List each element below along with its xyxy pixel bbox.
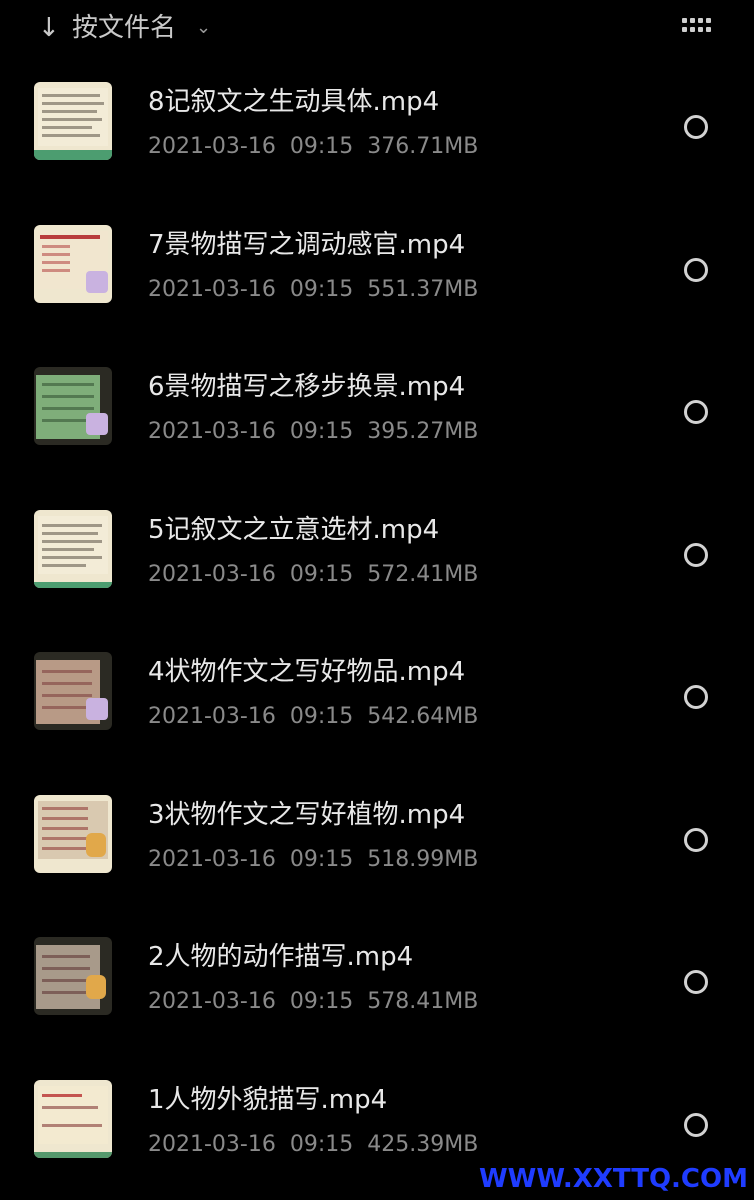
file-meta: 2021-03-16 09:15 578.41MB <box>148 987 478 1017</box>
select-radio[interactable] <box>684 400 708 424</box>
file-row[interactable]: 3状物作文之写好植物.mp4 2021-03-16 09:15 518.99MB <box>0 771 754 914</box>
file-size: 425.39MB <box>367 1131 479 1157</box>
file-name: 5记叙文之立意选材.mp4 <box>148 514 440 545</box>
file-name: 4状物作文之写好物品.mp4 <box>148 657 466 687</box>
file-size: 395.27MB <box>367 419 479 444</box>
file-size: 542.64MB <box>367 704 479 729</box>
select-radio[interactable] <box>684 1112 708 1137</box>
file-size: 518.99MB <box>367 846 479 872</box>
file-meta: 2021-03-16 09:15 572.41MB <box>148 560 478 590</box>
file-meta: 2021-03-16 09:15 425.39MB <box>148 1130 478 1160</box>
file-meta: 2021-03-16 09:15 518.99MB <box>148 845 478 875</box>
file-meta: 2021-03-16 09:15 376.71MB <box>148 132 478 162</box>
watermark: WWW.XXTTQ.COM <box>479 1164 748 1194</box>
file-size: 572.41MB <box>367 561 479 587</box>
file-name: 8记叙文之生动具体.mp4 <box>148 87 440 117</box>
file-date: 2021-03-16 <box>148 704 276 729</box>
file-time: 09:15 <box>289 419 354 444</box>
file-time: 09:15 <box>289 1131 354 1157</box>
video-thumbnail <box>34 367 112 445</box>
file-name: 2人物的动作描写.mp4 <box>148 942 414 972</box>
file-date: 2021-03-16 <box>148 276 276 302</box>
video-thumbnail <box>34 1079 112 1158</box>
file-meta: 2021-03-16 09:15 542.64MB <box>148 702 478 732</box>
select-radio[interactable] <box>684 685 708 709</box>
file-name: 7景物描写之调动感官.mp4 <box>148 229 466 260</box>
file-time: 09:15 <box>289 276 354 302</box>
file-time: 09:15 <box>289 704 354 729</box>
select-radio[interactable] <box>684 542 708 567</box>
file-meta: 2021-03-16 09:15 551.37MB <box>148 275 478 305</box>
file-list: 8记叙文之生动具体.mp4 2021-03-16 09:15 376.71MB 7景… <box>0 58 754 1198</box>
file-row[interactable]: 2人物的动作描写.mp4 2021-03-16 09:15 578.41MB <box>0 913 754 1056</box>
file-name: 1人物外貌描写.mp4 <box>148 1084 388 1115</box>
file-date: 2021-03-16 <box>148 1131 276 1157</box>
chevron-down-icon[interactable]: ⌄ <box>196 14 211 42</box>
arrow-down-icon[interactable]: ↓ <box>38 10 60 46</box>
file-time: 09:15 <box>289 989 354 1014</box>
file-name: 6景物描写之移步换景.mp4 <box>148 372 466 402</box>
video-thumbnail <box>34 652 112 730</box>
top-bar: ↓ 按文件名 ⌄ <box>0 0 754 58</box>
file-name: 3状物作文之写好植物.mp4 <box>148 799 466 830</box>
select-radio[interactable] <box>684 970 708 994</box>
file-size: 551.37MB <box>367 276 479 302</box>
video-thumbnail <box>34 224 112 303</box>
file-row[interactable]: 4状物作文之写好物品.mp4 2021-03-16 09:15 542.64MB <box>0 628 754 771</box>
file-row[interactable]: 5记叙文之立意选材.mp4 2021-03-16 09:15 572.41MB <box>0 486 754 629</box>
select-radio[interactable] <box>684 827 708 852</box>
file-meta: 2021-03-16 09:15 395.27MB <box>148 417 478 447</box>
file-row[interactable]: 7景物描写之调动感官.mp4 2021-03-16 09:15 551.37MB <box>0 201 754 344</box>
select-radio[interactable] <box>684 115 708 139</box>
file-time: 09:15 <box>289 561 354 587</box>
file-row[interactable]: 8记叙文之生动具体.mp4 2021-03-16 09:15 376.71MB <box>0 58 754 201</box>
file-size: 578.41MB <box>367 989 479 1014</box>
video-thumbnail <box>34 794 112 873</box>
file-date: 2021-03-16 <box>148 419 276 444</box>
video-thumbnail <box>34 82 112 160</box>
file-date: 2021-03-16 <box>148 134 276 159</box>
file-row[interactable]: 6景物描写之移步换景.mp4 2021-03-16 09:15 395.27MB <box>0 343 754 486</box>
select-radio[interactable] <box>684 257 708 282</box>
file-time: 09:15 <box>289 846 354 872</box>
file-date: 2021-03-16 <box>148 846 276 872</box>
file-time: 09:15 <box>289 134 354 159</box>
file-size: 376.71MB <box>367 134 479 159</box>
file-date: 2021-03-16 <box>148 561 276 587</box>
video-thumbnail <box>34 509 112 588</box>
file-date: 2021-03-16 <box>148 989 276 1014</box>
video-thumbnail <box>34 937 112 1015</box>
grid-view-icon[interactable] <box>682 18 711 38</box>
sort-by-name-button[interactable]: 按文件名 <box>72 10 176 46</box>
